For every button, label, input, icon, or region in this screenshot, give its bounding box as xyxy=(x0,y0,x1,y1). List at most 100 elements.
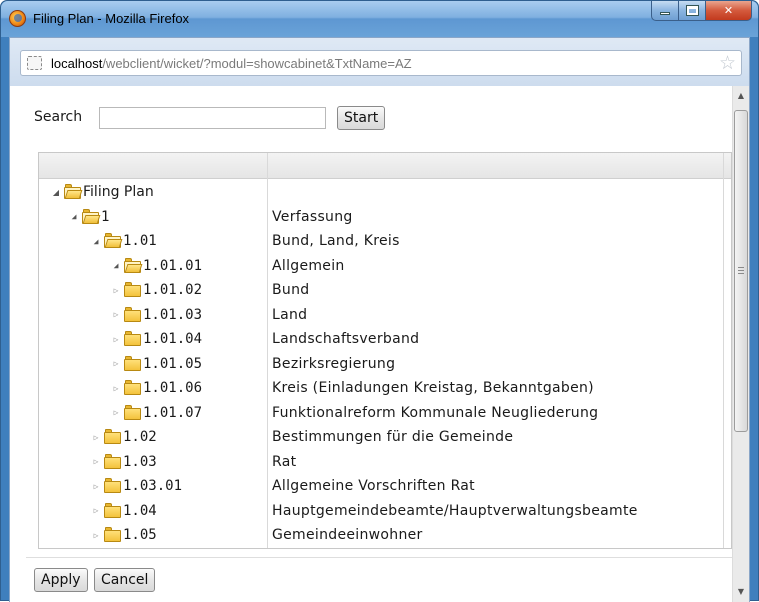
tree-node-description: Kreis (Einladungen Kreistag, Bekanntgabe… xyxy=(272,380,594,396)
url-host: localhost xyxy=(51,56,103,71)
tree-node-label: 1 xyxy=(101,208,110,225)
tree-row[interactable]: ▷ 1.01.07 Funktionalreform Kommunale Neugl… xyxy=(39,401,731,426)
collapsed-arrow-icon[interactable]: ▷ xyxy=(91,531,101,540)
tree-node[interactable]: ◢ 1.01.01 xyxy=(111,254,202,278)
tree-row[interactable]: ▷ 1.01.04 Landschaftsverband xyxy=(39,327,731,352)
tree-node-description: Gemeindeeinwohner xyxy=(272,527,423,543)
tree-node[interactable]: ▷ 1.01.04 xyxy=(111,327,202,351)
scroll-up-icon[interactable]: ▲ xyxy=(733,88,749,104)
tree-rows: ◢ Filing Plan ◢ 1 Verfassung ◢ 1.01 Bund, Land,… xyxy=(39,180,731,548)
bookmark-star-icon[interactable]: ☆ xyxy=(719,52,736,74)
tree-node[interactable]: ◢ 1.01 xyxy=(91,229,157,253)
expanded-arrow-icon[interactable]: ◢ xyxy=(69,212,79,221)
start-button[interactable]: Start xyxy=(337,106,386,130)
tree-node[interactable]: ▷ 1.01.05 xyxy=(111,352,202,376)
tree-row[interactable]: ◢ 1.01 Bund, Land, Kreis xyxy=(39,229,731,254)
vertical-scrollbar[interactable]: ▲ ▼ xyxy=(732,86,749,602)
folder-open-icon xyxy=(104,233,123,248)
collapsed-arrow-icon[interactable]: ▷ xyxy=(111,335,121,344)
minimize-button[interactable] xyxy=(651,1,679,21)
folder-icon xyxy=(104,502,121,518)
folder-icon xyxy=(104,453,121,469)
tree-node-description: Landschaftsverband xyxy=(272,331,420,347)
window-title: Filing Plan - Mozilla Firefox xyxy=(33,11,190,26)
browser-window: Filing Plan - Mozilla Firefox ✕ localhos… xyxy=(0,0,759,602)
tree-node[interactable]: ▷ 1.03.01 xyxy=(91,474,182,498)
url-text[interactable]: localhost/webclient/wicket/?modul=showca… xyxy=(51,56,412,71)
tree-node-description: Rat xyxy=(272,453,297,470)
tree-row[interactable]: ▷ 1.01.05 Bezirksregierung xyxy=(39,352,731,377)
scroll-down-icon[interactable]: ▼ xyxy=(733,584,749,600)
title-bar[interactable]: Filing Plan - Mozilla Firefox ✕ xyxy=(1,1,758,37)
tree-row[interactable]: ▷ 1.04 Hauptgemeindebeamte/Hauptverwaltung… xyxy=(39,499,731,524)
collapsed-arrow-icon[interactable]: ▷ xyxy=(111,286,121,295)
search-label: Search xyxy=(34,109,83,125)
expanded-arrow-icon[interactable]: ◢ xyxy=(91,237,101,246)
folder-icon xyxy=(124,355,141,371)
footer-divider xyxy=(26,557,732,558)
tree-row[interactable]: ▷ 1.05 Gemeindeeinwohner xyxy=(39,523,731,548)
tree-node-label: 1.01.04 xyxy=(143,331,203,347)
collapsed-arrow-icon[interactable]: ▷ xyxy=(91,457,101,466)
tree-row[interactable]: ▷ 1.03 Rat xyxy=(39,450,731,475)
folder-open-icon xyxy=(82,208,101,224)
tree-header xyxy=(39,153,731,179)
folder-icon xyxy=(124,282,141,297)
tree-row[interactable]: ▷ 1.01.02 Bund xyxy=(39,278,731,303)
tree-node-description: Allgemeine Vorschriften Rat xyxy=(272,478,475,494)
expanded-arrow-icon[interactable]: ◢ xyxy=(111,261,121,270)
grip-icon xyxy=(738,267,744,274)
tree-node-description: Bezirksregierung xyxy=(272,355,396,372)
window-controls: ✕ xyxy=(651,1,752,21)
tree-node[interactable]: ▷ 1.05 xyxy=(91,523,157,547)
tree-row[interactable]: ◢ Filing Plan xyxy=(39,180,731,205)
cancel-button[interactable]: Cancel xyxy=(94,568,156,592)
folder-icon xyxy=(104,527,121,542)
folder-open-icon xyxy=(124,257,143,273)
tree-node[interactable]: ◢ 1 xyxy=(69,205,109,229)
folder-icon xyxy=(124,306,141,322)
tree-node[interactable]: ▷ 1.03 xyxy=(91,450,157,474)
collapsed-arrow-icon[interactable]: ▷ xyxy=(111,384,121,393)
maximize-button[interactable] xyxy=(679,1,706,21)
collapsed-arrow-icon[interactable]: ▷ xyxy=(91,433,101,442)
tree-node-label: 1.03 xyxy=(123,453,157,470)
tree-node-description: Verfassung xyxy=(272,208,353,225)
address-bar[interactable]: localhost/webclient/wicket/?modul=showca… xyxy=(20,50,742,76)
expanded-arrow-icon[interactable]: ◢ xyxy=(51,188,61,197)
tree-row[interactable]: ▷ 1.03.01 Allgemeine Vorschriften Rat xyxy=(39,474,731,499)
tree-node-label: 1.01.02 xyxy=(143,282,203,298)
tree-node[interactable]: ▷ 1.04 xyxy=(91,499,157,523)
collapsed-arrow-icon[interactable]: ▷ xyxy=(91,482,101,491)
tree-node-description: Funktionalreform Kommunale Neugliederung xyxy=(272,404,599,421)
collapsed-arrow-icon[interactable]: ▷ xyxy=(111,408,121,417)
tree-node[interactable]: ▷ 1.01.02 xyxy=(111,278,202,302)
tree-row[interactable]: ◢ 1 Verfassung xyxy=(39,205,731,230)
collapsed-arrow-icon[interactable]: ▷ xyxy=(111,310,121,319)
folder-open-icon xyxy=(64,184,83,199)
tree-node-description: Bund, Land, Kreis xyxy=(272,233,400,249)
collapsed-arrow-icon[interactable]: ▷ xyxy=(111,359,121,368)
tree-row[interactable]: ▷ 1.01.06 Kreis (Einladungen Kreistag, Bek… xyxy=(39,376,731,401)
tree-node-label: 1.01.05 xyxy=(143,355,203,372)
tree-node[interactable]: ▷ 1.01.03 xyxy=(111,303,202,327)
tree-node[interactable]: ▷ 1.01.06 xyxy=(111,376,202,400)
tree-row[interactable]: ▷ 1.01.03 Land xyxy=(39,303,731,328)
tree-node-label: 1.01.01 xyxy=(143,257,203,274)
collapsed-arrow-icon[interactable]: ▷ xyxy=(91,506,101,515)
tree-node-description: Allgemein xyxy=(272,257,345,274)
scrollbar-thumb[interactable] xyxy=(734,110,748,432)
tree-row[interactable]: ◢ 1.01.01 Allgemein xyxy=(39,254,731,279)
tree-node[interactable]: ▷ 1.01.07 xyxy=(111,401,202,425)
apply-button[interactable]: Apply xyxy=(34,568,88,592)
tree-node-label: 1.01.03 xyxy=(143,306,203,323)
folder-icon xyxy=(124,404,141,420)
tree-node[interactable]: ▷ 1.02 xyxy=(91,425,157,449)
close-icon: ✕ xyxy=(723,4,734,17)
tree-node-label: 1.02 xyxy=(123,429,157,445)
search-input[interactable] xyxy=(99,107,326,129)
close-button[interactable]: ✕ xyxy=(706,1,752,21)
tree-node-label: 1.01 xyxy=(123,233,157,249)
tree-node[interactable]: ◢ Filing Plan xyxy=(51,180,154,204)
tree-row[interactable]: ▷ 1.02 Bestimmungen für die Gemeinde xyxy=(39,425,731,450)
